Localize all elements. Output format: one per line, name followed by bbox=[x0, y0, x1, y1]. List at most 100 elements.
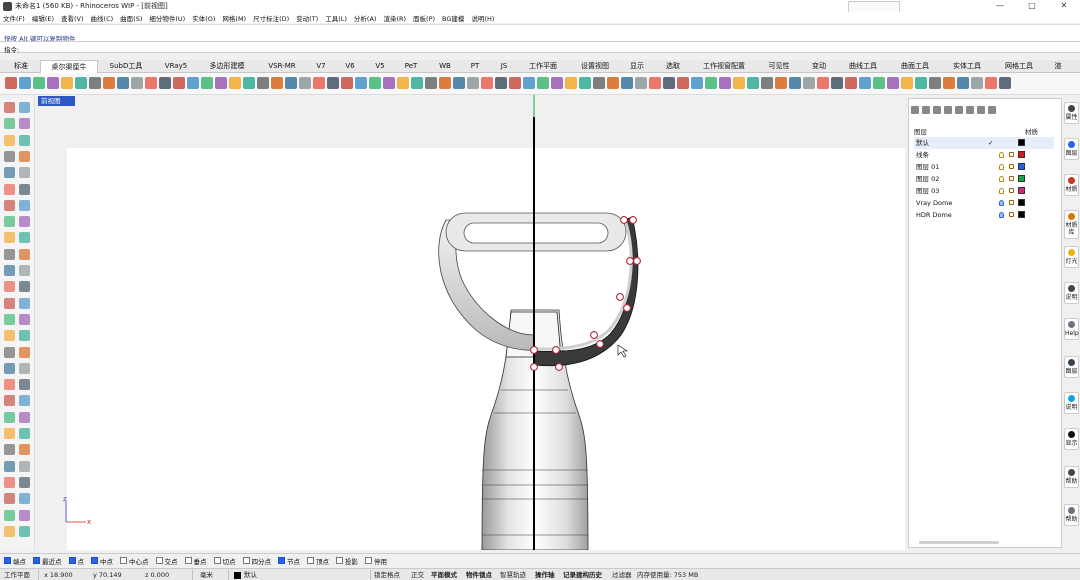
toolbar-command-icon[interactable] bbox=[397, 77, 409, 89]
left-tool-icon[interactable] bbox=[19, 216, 30, 228]
toolbar-command-icon[interactable] bbox=[425, 77, 437, 89]
tab-v6[interactable]: V6 bbox=[336, 60, 364, 73]
toolbar-command-icon[interactable] bbox=[509, 77, 521, 89]
left-tool-icon[interactable] bbox=[4, 362, 15, 374]
menu-edit[interactable]: 编辑(E) bbox=[32, 13, 54, 23]
menu-subd[interactable]: 细分物件(U) bbox=[149, 13, 185, 23]
close-button[interactable]: ✕ bbox=[1048, 0, 1080, 12]
toolbar-command-icon[interactable] bbox=[789, 77, 801, 89]
left-tool-icon[interactable] bbox=[4, 167, 15, 179]
left-tool-icon[interactable] bbox=[19, 460, 30, 472]
left-tool-icon[interactable] bbox=[19, 118, 30, 130]
menu-analyze[interactable]: 分析(A) bbox=[354, 13, 377, 23]
left-tool-icon[interactable] bbox=[19, 281, 30, 293]
toolbar-command-icon[interactable] bbox=[775, 77, 787, 89]
osnap-option[interactable]: 中点 bbox=[91, 556, 113, 566]
toolbar-command-icon[interactable] bbox=[887, 77, 899, 89]
osnap-checkbox[interactable] bbox=[120, 557, 127, 564]
toolbar-command-icon[interactable] bbox=[495, 77, 507, 89]
toolbar-command-icon[interactable] bbox=[89, 77, 101, 89]
toggle-ortho[interactable]: 正交 bbox=[411, 569, 424, 580]
osnap-checkbox[interactable] bbox=[184, 557, 192, 564]
left-tool-icon[interactable] bbox=[4, 346, 15, 358]
left-tool-icon[interactable] bbox=[4, 216, 15, 228]
toolbar-command-icon[interactable] bbox=[733, 77, 745, 89]
menu-surface[interactable]: 曲面(S) bbox=[120, 13, 142, 23]
toolbar-command-icon[interactable] bbox=[579, 77, 591, 89]
layer-color-swatch[interactable] bbox=[1018, 187, 1025, 194]
layer-color-swatch[interactable] bbox=[1018, 151, 1025, 158]
left-tool-icon[interactable] bbox=[4, 134, 15, 146]
bulb-icon[interactable] bbox=[999, 212, 1004, 218]
bulb-icon[interactable] bbox=[999, 200, 1004, 206]
left-tool-icon[interactable] bbox=[4, 509, 15, 521]
toolbar-command-icon[interactable] bbox=[187, 77, 199, 89]
layer-color-swatch[interactable] bbox=[1018, 175, 1025, 182]
menu-dimension[interactable]: 尺寸标注(D) bbox=[253, 13, 289, 23]
toolbar-command-icon[interactable] bbox=[593, 77, 605, 89]
move-up-icon[interactable] bbox=[944, 106, 952, 114]
toolbar-command-icon[interactable] bbox=[453, 77, 465, 89]
left-tool-icon[interactable] bbox=[19, 525, 30, 537]
tab-viewport-layout[interactable]: 工作视窗配置 bbox=[694, 60, 754, 73]
tab-visibility[interactable]: 可见性 bbox=[760, 60, 798, 73]
osnap-option[interactable]: 停用 bbox=[365, 556, 387, 566]
toolbar-command-icon[interactable] bbox=[201, 77, 213, 89]
toggle-history[interactable]: 记录建构历史 bbox=[563, 569, 602, 580]
toolbar-command-icon[interactable] bbox=[5, 77, 17, 89]
tab-mesh-tools[interactable]: 网格工具 bbox=[996, 60, 1042, 73]
left-tool-icon[interactable] bbox=[4, 411, 15, 423]
toolbar-command-icon[interactable] bbox=[803, 77, 815, 89]
menu-view[interactable]: 查看(V) bbox=[61, 13, 84, 23]
toolbar-command-icon[interactable] bbox=[271, 77, 283, 89]
osnap-option[interactable]: 中心点 bbox=[120, 556, 149, 566]
osnap-checkbox[interactable] bbox=[278, 557, 285, 564]
side-tab-properties[interactable]: 属性 bbox=[1064, 102, 1079, 124]
toolbar-command-icon[interactable] bbox=[215, 77, 227, 89]
osnap-checkbox[interactable] bbox=[336, 557, 343, 564]
side-tab-display[interactable]: 显示 bbox=[1064, 428, 1079, 450]
left-tool-icon[interactable] bbox=[19, 313, 30, 325]
minimize-button[interactable]: — bbox=[984, 0, 1016, 12]
tab-curve-tools[interactable]: 曲线工具 bbox=[840, 60, 886, 73]
tab-wb[interactable]: WB bbox=[430, 60, 460, 73]
toolbar-command-icon[interactable] bbox=[229, 77, 241, 89]
layer-row[interactable]: 默认 ✓ bbox=[914, 137, 1054, 149]
bulb-icon[interactable] bbox=[999, 164, 1004, 170]
toolbar-command-icon[interactable] bbox=[369, 77, 381, 89]
left-tool-icon[interactable] bbox=[4, 265, 15, 276]
left-tool-icon[interactable] bbox=[4, 525, 15, 537]
osnap-checkbox[interactable] bbox=[91, 557, 98, 564]
menu-help[interactable]: 说明(H) bbox=[471, 13, 494, 23]
toolbar-command-icon[interactable] bbox=[705, 77, 717, 89]
tab-cplane[interactable]: 工作平面 bbox=[520, 60, 566, 73]
left-tool-icon[interactable] bbox=[19, 183, 30, 195]
left-tool-icon[interactable] bbox=[19, 232, 30, 244]
osnap-option[interactable]: 投影 bbox=[336, 556, 358, 566]
tab-surface-tools[interactable]: 曲面工具 bbox=[892, 60, 938, 73]
left-tool-icon[interactable] bbox=[4, 476, 15, 488]
side-tab-help-2[interactable]: 帮助 bbox=[1064, 466, 1079, 488]
toolbar-command-icon[interactable] bbox=[565, 77, 577, 89]
toolbar-command-icon[interactable] bbox=[75, 77, 87, 89]
toolbar-command-icon[interactable] bbox=[383, 77, 395, 89]
left-tool-icon[interactable] bbox=[4, 297, 15, 309]
left-tool-icon[interactable] bbox=[4, 232, 15, 244]
osnap-option[interactable]: 最近点 bbox=[33, 556, 62, 566]
toolbar-command-icon[interactable] bbox=[159, 77, 171, 89]
left-tool-icon[interactable] bbox=[19, 362, 30, 374]
toolbar-command-icon[interactable] bbox=[901, 77, 913, 89]
toolbar-command-icon[interactable] bbox=[635, 77, 647, 89]
toggle-smarttrack[interactable]: 智慧轨迹 bbox=[500, 569, 526, 580]
toolbar-command-icon[interactable] bbox=[243, 77, 255, 89]
tab-standard[interactable]: 标准 bbox=[4, 60, 38, 73]
left-tool-icon[interactable] bbox=[19, 509, 30, 521]
toggle-gumball[interactable]: 操作轴 bbox=[535, 569, 555, 580]
toolbar-command-icon[interactable] bbox=[173, 77, 185, 89]
layer-row[interactable]: HDR Dome bbox=[914, 209, 1054, 221]
tab-transform[interactable]: 变动 bbox=[804, 60, 834, 73]
left-tool-icon[interactable] bbox=[19, 102, 30, 113]
toolbar-command-icon[interactable] bbox=[103, 77, 115, 89]
layer-color-swatch[interactable] bbox=[1018, 139, 1025, 146]
tab-set-view[interactable]: 设置视图 bbox=[572, 60, 618, 73]
